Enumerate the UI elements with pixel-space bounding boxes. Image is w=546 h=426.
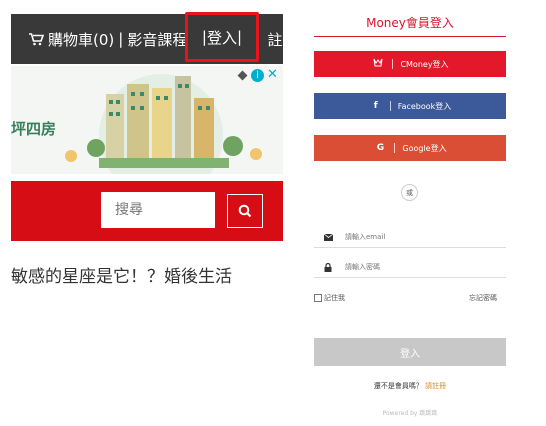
facebook-login-label: Facebook登入 (397, 101, 452, 111)
search-icon (238, 204, 252, 218)
nav-separator: | (237, 28, 243, 46)
advertisement-banner[interactable]: 坪四房 i ✕ (11, 66, 283, 174)
envelope-icon (320, 233, 336, 241)
login-link-highlighted[interactable]: | 登入 | (185, 12, 259, 62)
email-placeholder: 請輸入email (345, 233, 386, 241)
ad-text: 坪四房 (11, 120, 57, 138)
register-link[interactable]: 註冊 (267, 29, 283, 50)
facebook-icon: f (373, 101, 378, 111)
remember-me[interactable]: 記住我 (314, 293, 345, 303)
facebook-login-button[interactable]: f Facebook登入 (314, 93, 506, 119)
lock-icon (320, 262, 336, 272)
info-icon[interactable]: i (251, 69, 264, 82)
register-prompt: 還不是會員嗎？ 請註冊 (314, 381, 506, 391)
google-icon: G (376, 143, 385, 153)
search-input[interactable] (101, 192, 215, 228)
ad-controls: i ✕ (237, 68, 279, 82)
google-login-label: Google登入 (402, 143, 447, 153)
search-bar (11, 181, 283, 241)
button-divider (392, 59, 394, 69)
search-button[interactable] (227, 194, 263, 228)
login-panel-title: Money會員登入 (366, 16, 454, 30)
cmoney-login-label: CMoney登入 (400, 59, 449, 69)
button-divider (389, 101, 391, 111)
password-field[interactable]: 請輸入密碼 (314, 257, 506, 278)
adchoices-icon (237, 70, 248, 81)
or-divider: 或 (401, 184, 418, 201)
google-login-button[interactable]: G Google登入 (314, 135, 506, 161)
register-prompt-text: 還不是會員嗎？ (373, 382, 423, 390)
register-link[interactable]: 請註冊 (425, 382, 446, 390)
article-headline[interactable]: 敏感的星座是它！？婚後生活 (11, 262, 232, 287)
cart-link[interactable]: 購物車(0) (29, 29, 114, 50)
video-courses-link[interactable]: 影音課程 (127, 29, 187, 50)
remember-label: 記住我 (324, 294, 345, 302)
button-divider (394, 143, 396, 153)
login-submit-button[interactable]: 登入 (314, 338, 506, 366)
remember-checkbox[interactable] (314, 294, 322, 302)
close-icon[interactable]: ✕ (266, 68, 279, 82)
email-field[interactable]: 請輸入email (314, 227, 506, 248)
cmoney-login-button[interactable]: CMoney登入 (314, 51, 506, 77)
cmoney-icon (371, 58, 385, 70)
powered-by: Powered by 跳跳跳 (382, 410, 438, 417)
cart-icon (29, 32, 44, 45)
forgot-password-link[interactable]: 忘記密碼 (469, 293, 497, 303)
nav-separator: | (118, 30, 124, 48)
login-link-label: 登入 (206, 28, 237, 47)
title-divider (314, 36, 506, 37)
password-placeholder: 請輸入密碼 (345, 263, 380, 271)
cart-label: 購物車(0) (48, 30, 115, 49)
